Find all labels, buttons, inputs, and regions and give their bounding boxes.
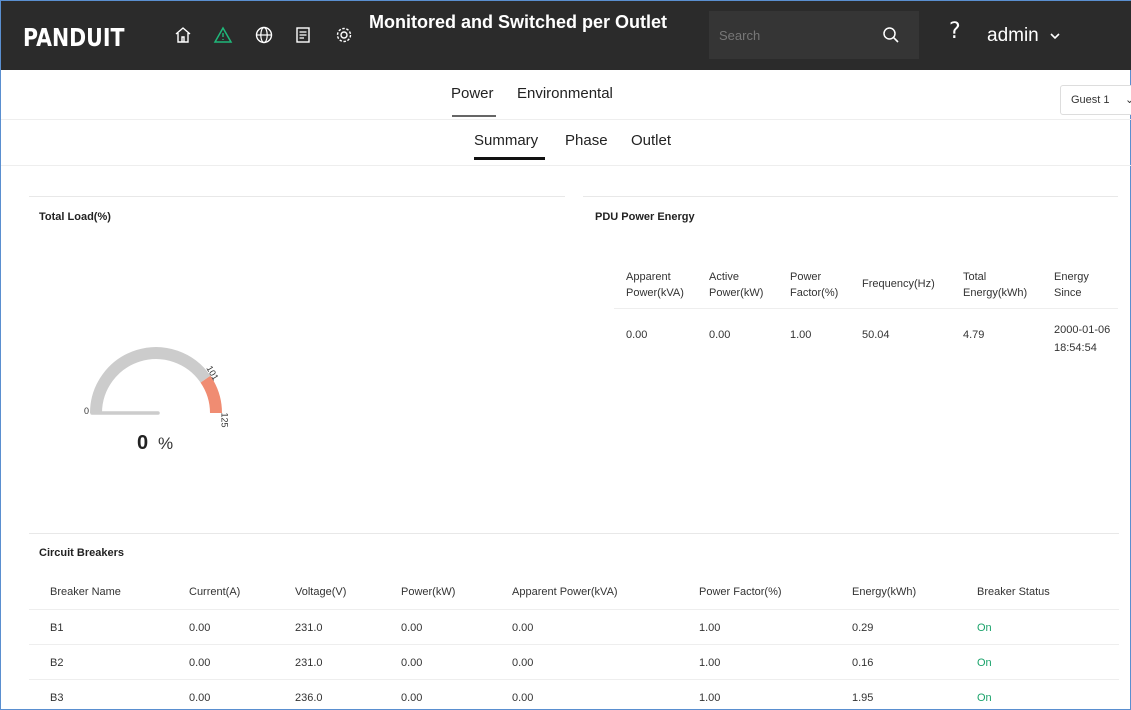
- total-load-title: Total Load(%): [39, 211, 111, 223]
- home-icon[interactable]: [171, 23, 195, 47]
- breaker-voltage: 231.0: [295, 622, 323, 634]
- globe-icon[interactable]: [252, 23, 276, 47]
- gauge-warning-zone: [200, 375, 222, 414]
- gauge-track: [90, 347, 211, 414]
- active-tab-indicator: [452, 115, 496, 117]
- pdu-header-energy-since: Energy Since: [1054, 269, 1089, 301]
- tab-phase[interactable]: Phase: [565, 132, 608, 149]
- load-unit: %: [158, 434, 174, 453]
- alarm-triangle-icon[interactable]: [211, 23, 235, 47]
- secondary-tabs: Summary Phase Outlet: [1, 120, 1131, 166]
- breaker-power-factor: 1.00: [699, 692, 721, 704]
- header-line: Energy(kWh): [963, 287, 1028, 299]
- pdu-header-frequency: Frequency(Hz): [862, 278, 935, 290]
- pdu-value-total-energy: 4.79: [963, 329, 985, 341]
- panel-divider: [29, 196, 565, 197]
- col-header: Breaker Name: [50, 586, 121, 598]
- user-menu[interactable]: admin: [987, 25, 1061, 47]
- tab-environmental[interactable]: Environmental: [517, 85, 613, 102]
- table-divider: [29, 679, 1119, 680]
- breaker-current: 0.00: [189, 692, 211, 704]
- tab-summary[interactable]: Summary: [474, 132, 538, 149]
- breaker-name: B2: [50, 657, 64, 669]
- pdu-header-power-factor: Power Factor(%): [790, 269, 838, 301]
- col-header: Energy(kWh): [852, 586, 917, 598]
- header-line: Energy: [1054, 271, 1089, 283]
- breaker-energy: 0.29: [852, 622, 874, 634]
- breaker-current: 0.00: [189, 657, 211, 669]
- panel-divider: [583, 196, 1118, 197]
- pdu-value-power-factor: 1.00: [790, 329, 812, 341]
- breaker-power: 0.00: [401, 692, 423, 704]
- since-time: 18:54:54: [1054, 342, 1097, 354]
- pdu-value-active-power: 0.00: [709, 329, 731, 341]
- breaker-apparent-power: 0.00: [512, 622, 534, 634]
- gauge-max-label: 125: [219, 412, 230, 428]
- panduit-logo[interactable]: PANDUIT: [23, 23, 124, 52]
- pdu-value-frequency: 50.04: [862, 329, 890, 341]
- breaker-energy: 1.95: [852, 692, 874, 704]
- breaker-current: 0.00: [189, 622, 211, 634]
- col-header: Voltage(V): [295, 586, 347, 598]
- top-navigation-bar: PANDUIT Monitored and Switched per Outle…: [1, 1, 1131, 70]
- pdu-value-apparent-power: 0.00: [626, 329, 648, 341]
- header-line: Active: [709, 271, 739, 283]
- load-value: 0: [137, 432, 149, 454]
- log-icon[interactable]: [291, 23, 315, 47]
- pdu-value-energy-since: 2000-01-06 18:54:54: [1054, 321, 1110, 357]
- table-divider: [614, 308, 1118, 309]
- breaker-power-factor: 1.00: [699, 657, 721, 669]
- col-header: Breaker Status: [977, 586, 1050, 598]
- active-subtab-indicator: [474, 157, 545, 160]
- col-header: Current(A): [189, 586, 241, 598]
- pdu-energy-title: PDU Power Energy: [595, 211, 695, 223]
- breaker-apparent-power: 0.00: [512, 657, 534, 669]
- search-icon[interactable]: [879, 23, 903, 47]
- table-divider: [29, 609, 1119, 610]
- header-line: Apparent: [626, 271, 671, 283]
- page-title: Monitored and Switched per Outlet: [369, 12, 668, 32]
- circuit-breakers-title: Circuit Breakers: [39, 547, 124, 559]
- col-header: Apparent Power(kVA): [512, 586, 618, 598]
- breaker-power-factor: 1.00: [699, 622, 721, 634]
- user-name: admin: [987, 25, 1039, 46]
- gauge-min-label: 0: [84, 406, 90, 416]
- guest-select-value: Guest 1: [1071, 94, 1110, 106]
- tab-power[interactable]: Power: [451, 85, 494, 102]
- header-line: Total: [963, 271, 987, 283]
- pdu-header-active-power: Active Power(kW): [709, 269, 763, 301]
- breaker-name: B1: [50, 622, 64, 634]
- breaker-power: 0.00: [401, 657, 423, 669]
- breaker-voltage: 231.0: [295, 657, 323, 669]
- breaker-status: On: [977, 657, 992, 669]
- chevron-down-icon: [1049, 25, 1061, 47]
- panel-divider: [29, 533, 1119, 534]
- breaker-voltage: 236.0: [295, 692, 323, 704]
- breaker-name: B3: [50, 692, 64, 704]
- breaker-apparent-power: 0.00: [512, 692, 534, 704]
- col-header: Power(kW): [401, 586, 456, 598]
- pdu-header-total-energy: Total Energy(kWh): [963, 269, 1027, 301]
- help-icon[interactable]: ?: [949, 19, 961, 44]
- header-line: Power: [790, 271, 822, 283]
- chevron-down-icon: ⌄: [1125, 94, 1131, 106]
- pdu-header-apparent-power: Apparent Power(kVA): [626, 269, 684, 301]
- header-line: Power(kW): [709, 287, 764, 299]
- primary-tabs: Power Environmental: [1, 70, 1131, 120]
- settings-gear-icon[interactable]: [332, 23, 356, 47]
- breaker-status: On: [977, 622, 992, 634]
- since-date: 2000-01-06: [1054, 324, 1111, 336]
- breaker-status: On: [977, 692, 992, 704]
- header-line: Power(kVA): [626, 287, 684, 299]
- guest-select[interactable]: Guest 1 ⌄: [1060, 85, 1131, 115]
- table-divider: [29, 644, 1119, 645]
- header-line: Factor(%): [790, 287, 839, 299]
- col-header: Power Factor(%): [699, 586, 782, 598]
- tab-outlet[interactable]: Outlet: [631, 132, 671, 149]
- breaker-power: 0.00: [401, 622, 423, 634]
- header-line: Since: [1054, 287, 1082, 299]
- breaker-energy: 0.16: [852, 657, 874, 669]
